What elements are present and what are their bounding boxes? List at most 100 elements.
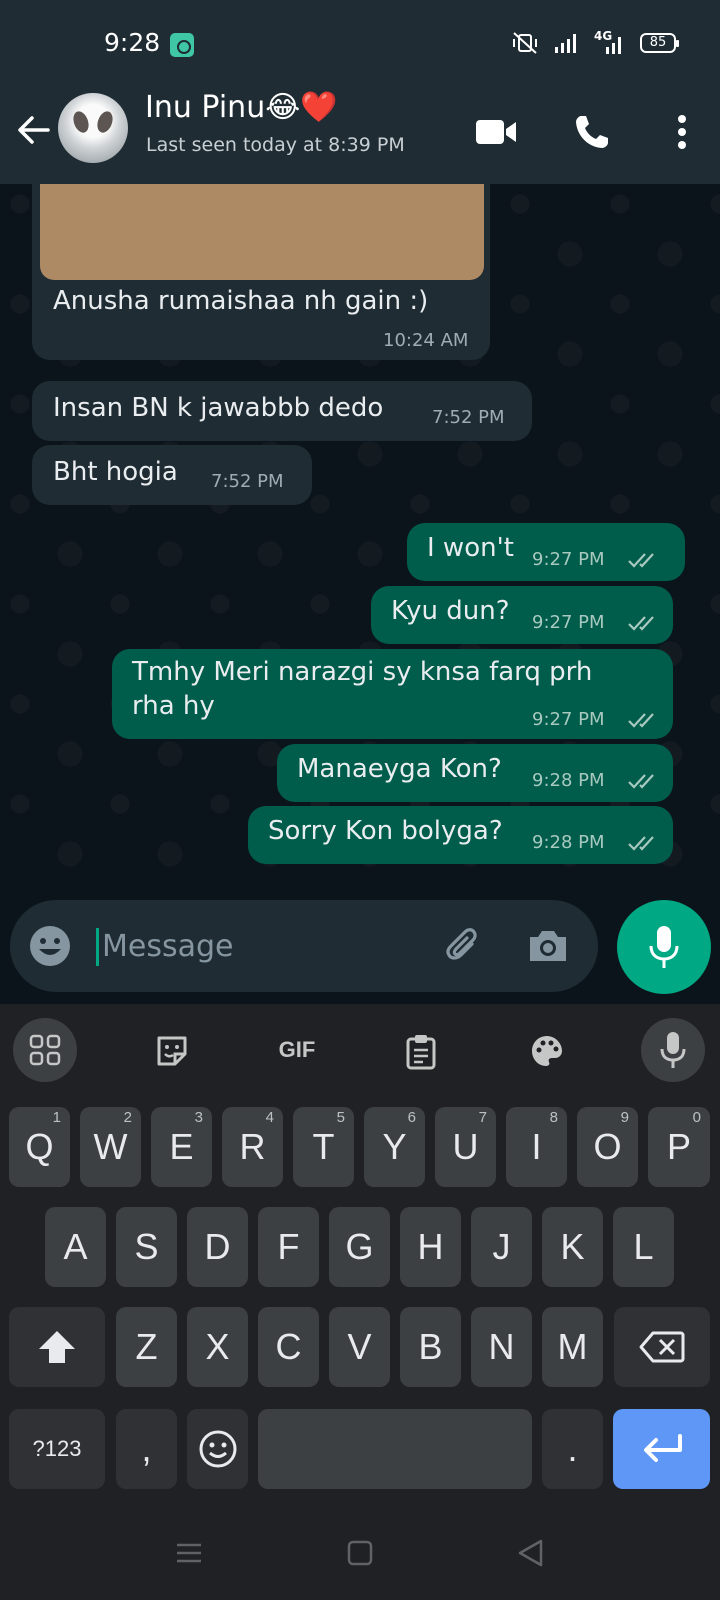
key-g[interactable]: G (329, 1207, 390, 1287)
chat-header: Inu Pinu😂❤️ Last seen today at 8:39 PM (0, 90, 720, 184)
key-hint: 7 (478, 1109, 487, 1126)
read-ticks-icon (628, 774, 654, 789)
key-t[interactable]: T5 (293, 1107, 354, 1187)
message-bubble-incoming[interactable]: Bht hogia 7:52 PM (32, 445, 312, 505)
key-x[interactable]: X (187, 1307, 248, 1387)
backspace-key[interactable] (614, 1307, 710, 1387)
space-key[interactable] (258, 1409, 532, 1489)
shared-image[interactable] (40, 184, 484, 280)
key-hint: 0 (692, 1109, 701, 1126)
message-time: 9:28 PM (532, 770, 605, 791)
key-a[interactable]: A (45, 1207, 106, 1287)
shift-key[interactable] (9, 1307, 105, 1387)
key-w[interactable]: W2 (80, 1107, 141, 1187)
key-j[interactable]: J (471, 1207, 532, 1287)
key-hint: 6 (407, 1109, 416, 1126)
keyboard-mic-icon (660, 1032, 686, 1068)
keyboard-apps-button[interactable] (13, 1018, 77, 1082)
key-n[interactable]: N (471, 1307, 532, 1387)
network-4g-icon: 4G (592, 29, 626, 55)
gif-button[interactable]: GIF (265, 1018, 329, 1082)
key-q[interactable]: Q1 (9, 1107, 70, 1187)
message-bubble-incoming[interactable]: Insan BN k jawabbb dedo 7:52 PM (32, 381, 532, 441)
video-call-icon[interactable] (474, 112, 518, 152)
key-k[interactable]: K (542, 1207, 603, 1287)
vibrate-mute-icon (513, 32, 537, 54)
comma-key[interactable]: , (116, 1409, 177, 1489)
app-notification-icon (170, 33, 194, 57)
key-f[interactable]: F (258, 1207, 319, 1287)
message-text: Bht hogia (53, 457, 178, 487)
enter-key[interactable] (613, 1409, 710, 1489)
status-bar: 9:28 4G 85 (0, 0, 720, 90)
home-icon[interactable] (345, 1538, 375, 1568)
key-c[interactable]: C (258, 1307, 319, 1387)
key-i[interactable]: I8 (506, 1107, 567, 1187)
key-m[interactable]: M (542, 1307, 603, 1387)
more-options-icon[interactable] (660, 112, 704, 152)
message-bubble-incoming[interactable]: Anusha rumaishaa nh gain :) 10:24 AM (32, 184, 490, 360)
contact-name[interactable]: Inu Pinu😂❤️ (145, 90, 338, 125)
message-bubble-outgoing[interactable]: I won't 9:27 PM (407, 523, 685, 581)
key-hint: 5 (336, 1109, 345, 1126)
key-u[interactable]: U7 (435, 1107, 496, 1187)
key-y[interactable]: Y6 (364, 1107, 425, 1187)
key-l[interactable]: L (613, 1207, 674, 1287)
sticker-icon (157, 1036, 187, 1066)
key-z[interactable]: Z (116, 1307, 177, 1387)
contact-avatar[interactable] (58, 93, 128, 163)
message-bubble-outgoing[interactable]: Manaeyga Kon? 9:28 PM (277, 744, 673, 802)
key-e[interactable]: E3 (151, 1107, 212, 1187)
theme-button[interactable] (514, 1018, 578, 1082)
read-ticks-icon (628, 836, 654, 851)
message-text: Manaeyga Kon? (297, 754, 502, 784)
read-ticks-icon (628, 616, 654, 631)
battery-icon: 85 (640, 33, 679, 53)
period-key[interactable]: . (542, 1409, 603, 1489)
key-hint: 9 (620, 1109, 629, 1126)
message-composer (10, 900, 598, 992)
message-list[interactable]: Anusha rumaishaa nh gain :) 10:24 AM Ins… (0, 184, 720, 890)
key-b[interactable]: B (400, 1307, 461, 1387)
message-time: 9:27 PM (532, 549, 605, 570)
status-time: 9:28 (104, 28, 161, 57)
back-arrow-icon[interactable] (14, 110, 54, 150)
key-d[interactable]: D (187, 1207, 248, 1287)
status-icons: 4G 85 (510, 29, 679, 55)
message-bubble-outgoing[interactable]: Kyu dun? 9:27 PM (371, 586, 673, 644)
camera-icon[interactable] (526, 924, 570, 968)
key-s[interactable]: S (116, 1207, 177, 1287)
voice-typing-button[interactable] (641, 1018, 705, 1082)
message-text: Insan BN k jawabbb dedo (53, 393, 384, 423)
sticker-button[interactable] (139, 1018, 203, 1082)
key-o[interactable]: O9 (577, 1107, 638, 1187)
shift-icon (39, 1331, 75, 1363)
key-hint: 1 (52, 1109, 61, 1126)
back-nav-icon[interactable] (516, 1538, 546, 1568)
emoji-key[interactable] (187, 1409, 248, 1489)
clipboard-icon (406, 1035, 436, 1070)
last-seen-status[interactable]: Last seen today at 8:39 PM (146, 134, 405, 156)
message-bubble-outgoing[interactable]: Tmhy Meri narazgi sy knsa farq prh rha h… (112, 649, 673, 739)
message-input[interactable] (102, 922, 422, 970)
text-cursor (96, 928, 99, 966)
message-text: Kyu dun? (391, 596, 510, 626)
emoji-icon[interactable] (28, 924, 72, 968)
voice-record-button[interactable] (617, 900, 711, 994)
key-v[interactable]: V (329, 1307, 390, 1387)
mic-icon (649, 926, 679, 968)
message-bubble-outgoing[interactable]: Sorry Kon bolyga? 9:28 PM (248, 806, 673, 864)
clipboard-button[interactable] (389, 1018, 453, 1082)
message-text: Anusha rumaishaa nh gain :) (53, 286, 429, 316)
symbols-key[interactable]: ?123 (9, 1409, 105, 1489)
enter-arrow-icon (644, 1434, 682, 1462)
key-r[interactable]: R4 (222, 1107, 283, 1187)
key-p[interactable]: P0 (648, 1107, 710, 1187)
grid-icon (29, 1034, 61, 1066)
key-hint: 3 (194, 1109, 203, 1126)
voice-call-icon[interactable] (571, 112, 615, 152)
signal-icon (555, 34, 576, 53)
recent-apps-icon[interactable] (174, 1538, 204, 1568)
key-h[interactable]: H (400, 1207, 461, 1287)
attach-icon[interactable] (442, 924, 486, 968)
